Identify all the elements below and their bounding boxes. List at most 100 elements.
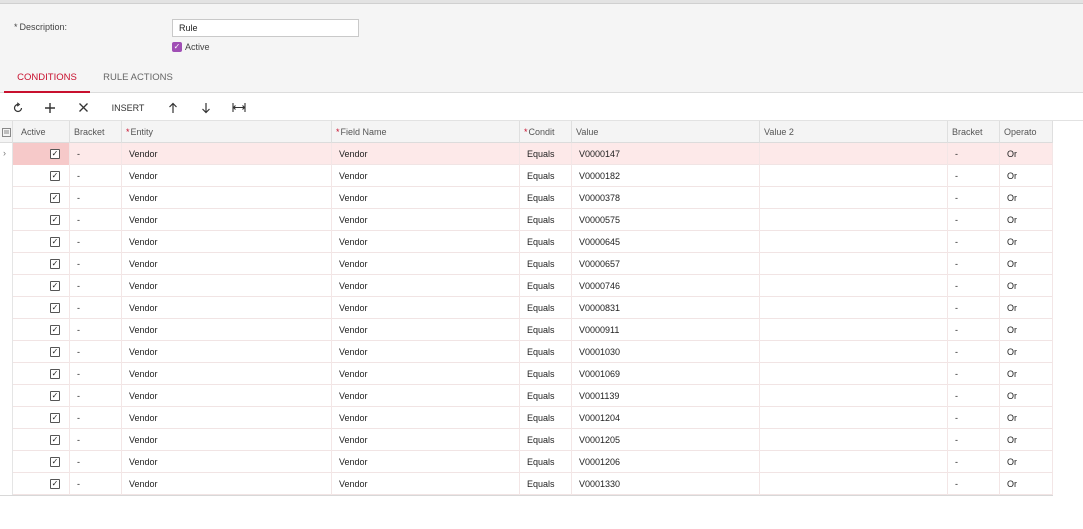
cell-operator[interactable]: Or xyxy=(1000,407,1053,429)
row-indicator[interactable] xyxy=(0,407,13,429)
table-row[interactable]: ✓ - Vendor Vendor Equals V0000182 - Or xyxy=(0,165,1053,187)
cell-bracket-open[interactable]: - xyxy=(70,429,122,451)
cell-field-name[interactable]: Vendor xyxy=(332,451,520,473)
fit-columns-icon[interactable] xyxy=(229,98,249,117)
table-row[interactable]: ✓ - Vendor Vendor Equals V0001204 - Or xyxy=(0,407,1053,429)
cell-entity[interactable]: Vendor xyxy=(122,385,332,407)
cell-bracket-close[interactable]: - xyxy=(948,407,1000,429)
cell-condition[interactable]: Equals xyxy=(520,209,572,231)
cell-bracket-close[interactable]: - xyxy=(948,187,1000,209)
cell-value[interactable]: V0000645 xyxy=(572,231,760,253)
cell-value2[interactable] xyxy=(760,297,948,319)
cell-field-name[interactable]: Vendor xyxy=(332,209,520,231)
cell-operator[interactable]: Or xyxy=(1000,297,1053,319)
cell-value2[interactable] xyxy=(760,187,948,209)
cell-bracket-open[interactable]: - xyxy=(70,275,122,297)
col-header-bracket-open[interactable]: Bracket xyxy=(70,121,122,143)
cell-operator[interactable]: Or xyxy=(1000,473,1053,495)
cell-entity[interactable]: Vendor xyxy=(122,253,332,275)
cell-active[interactable]: ✓ xyxy=(13,165,70,187)
cell-active[interactable]: ✓ xyxy=(13,143,70,165)
cell-entity[interactable]: Vendor xyxy=(122,143,332,165)
cell-active[interactable]: ✓ xyxy=(13,297,70,319)
cell-bracket-close[interactable]: - xyxy=(948,165,1000,187)
cell-bracket-open[interactable]: - xyxy=(70,165,122,187)
cell-condition[interactable]: Equals xyxy=(520,297,572,319)
cell-active[interactable]: ✓ xyxy=(13,231,70,253)
cell-bracket-close[interactable]: - xyxy=(948,253,1000,275)
col-header-condition[interactable]: *Condit xyxy=(520,121,572,143)
cell-field-name[interactable]: Vendor xyxy=(332,187,520,209)
row-indicator[interactable] xyxy=(0,451,13,473)
cell-value2[interactable] xyxy=(760,319,948,341)
cell-value2[interactable] xyxy=(760,341,948,363)
grid-settings-icon[interactable] xyxy=(0,121,13,143)
table-row[interactable]: ✓ - Vendor Vendor Equals V0000911 - Or xyxy=(0,319,1053,341)
cell-active[interactable]: ✓ xyxy=(13,187,70,209)
cell-condition[interactable]: Equals xyxy=(520,187,572,209)
cell-entity[interactable]: Vendor xyxy=(122,363,332,385)
row-indicator[interactable]: › xyxy=(0,143,13,165)
row-active-checkbox[interactable]: ✓ xyxy=(50,435,60,445)
cell-value[interactable]: V0000657 xyxy=(572,253,760,275)
cell-condition[interactable]: Equals xyxy=(520,407,572,429)
cell-field-name[interactable]: Vendor xyxy=(332,407,520,429)
table-row[interactable]: ✓ - Vendor Vendor Equals V0000645 - Or xyxy=(0,231,1053,253)
cell-operator[interactable]: Or xyxy=(1000,319,1053,341)
cell-value[interactable]: V0000831 xyxy=(572,297,760,319)
row-indicator[interactable] xyxy=(0,385,13,407)
cell-value2[interactable] xyxy=(760,165,948,187)
cell-entity[interactable]: Vendor xyxy=(122,231,332,253)
cell-active[interactable]: ✓ xyxy=(13,341,70,363)
cell-field-name[interactable]: Vendor xyxy=(332,363,520,385)
col-header-value[interactable]: Value xyxy=(572,121,760,143)
cell-bracket-close[interactable]: - xyxy=(948,143,1000,165)
cell-entity[interactable]: Vendor xyxy=(122,341,332,363)
cell-active[interactable]: ✓ xyxy=(13,209,70,231)
row-active-checkbox[interactable]: ✓ xyxy=(50,347,60,357)
table-row[interactable]: ✓ - Vendor Vendor Equals V0000746 - Or xyxy=(0,275,1053,297)
cell-active[interactable]: ✓ xyxy=(13,473,70,495)
cell-value2[interactable] xyxy=(760,473,948,495)
cell-field-name[interactable]: Vendor xyxy=(332,319,520,341)
cell-field-name[interactable]: Vendor xyxy=(332,143,520,165)
row-indicator[interactable] xyxy=(0,341,13,363)
cell-value2[interactable] xyxy=(760,429,948,451)
cell-condition[interactable]: Equals xyxy=(520,253,572,275)
cell-bracket-close[interactable]: - xyxy=(948,385,1000,407)
cell-operator[interactable]: Or xyxy=(1000,187,1053,209)
cell-bracket-open[interactable]: - xyxy=(70,231,122,253)
cell-bracket-open[interactable]: - xyxy=(70,187,122,209)
cell-condition[interactable]: Equals xyxy=(520,319,572,341)
refresh-icon[interactable] xyxy=(9,98,27,117)
row-active-checkbox[interactable]: ✓ xyxy=(50,215,60,225)
cell-field-name[interactable]: Vendor xyxy=(332,231,520,253)
cell-bracket-close[interactable]: - xyxy=(948,451,1000,473)
cell-condition[interactable]: Equals xyxy=(520,143,572,165)
cell-value2[interactable] xyxy=(760,275,948,297)
cell-operator[interactable]: Or xyxy=(1000,429,1053,451)
cell-bracket-close[interactable]: - xyxy=(948,429,1000,451)
cell-field-name[interactable]: Vendor xyxy=(332,297,520,319)
cell-operator[interactable]: Or xyxy=(1000,209,1053,231)
cell-value2[interactable] xyxy=(760,253,948,275)
cell-value[interactable]: V0001205 xyxy=(572,429,760,451)
row-active-checkbox[interactable]: ✓ xyxy=(50,325,60,335)
cell-entity[interactable]: Vendor xyxy=(122,407,332,429)
cell-active[interactable]: ✓ xyxy=(13,451,70,473)
plus-icon[interactable] xyxy=(41,98,59,117)
insert-button[interactable]: INSERT xyxy=(106,98,150,117)
row-indicator[interactable] xyxy=(0,363,13,385)
close-icon[interactable] xyxy=(74,98,92,117)
cell-value[interactable]: V0000911 xyxy=(572,319,760,341)
cell-condition[interactable]: Equals xyxy=(520,341,572,363)
cell-active[interactable]: ✓ xyxy=(13,319,70,341)
tab-conditions[interactable]: CONDITIONS xyxy=(4,62,90,93)
active-checkbox[interactable]: ✓ xyxy=(172,42,182,52)
cell-value2[interactable] xyxy=(760,231,948,253)
table-row[interactable]: ✓ - Vendor Vendor Equals V0000657 - Or xyxy=(0,253,1053,275)
row-indicator[interactable] xyxy=(0,429,13,451)
cell-field-name[interactable]: Vendor xyxy=(332,341,520,363)
cell-operator[interactable]: Or xyxy=(1000,231,1053,253)
table-row[interactable]: ✓ - Vendor Vendor Equals V0000575 - Or xyxy=(0,209,1053,231)
